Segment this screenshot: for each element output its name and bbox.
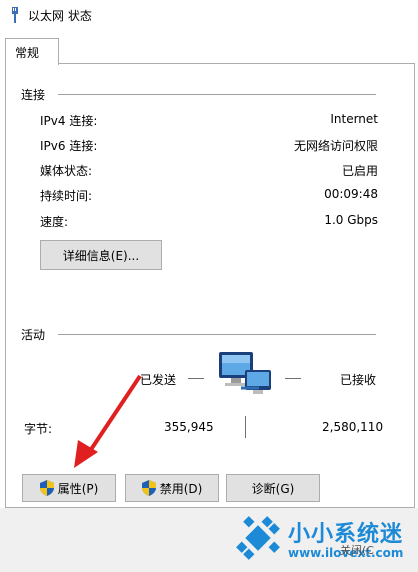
connection-section-label: 连接 [21,88,46,102]
duration-label: 持续时间: [40,189,93,203]
tab-general-label: 常规 [15,46,40,60]
details-button[interactable]: 详细信息(E)... [40,240,162,270]
activity-divider [58,334,376,335]
network-cable-icon [12,7,18,23]
details-button-label: 详细信息(E)... [62,248,140,263]
duration-value: 00:09:48 [324,187,378,201]
ipv4-label: IPv4 连接: [40,114,98,128]
received-label: 已接收 [340,373,377,387]
title-bar: 以太网 状态 [0,0,418,30]
connection-divider [58,94,376,95]
ipv6-label: IPv6 连接: [40,139,98,153]
speed-label: 速度: [40,215,69,229]
sent-dash [188,378,204,379]
network-computers-icon [219,352,271,394]
speed-value: 1.0 Gbps [324,213,378,227]
uac-shield-icon [141,480,156,496]
media-state-label: 媒体状态: [40,164,93,178]
bytes-sent-value: 355,945 [164,420,214,434]
close-button-partial[interactable]: 关闭(C [340,542,374,558]
bytes-separator [245,416,246,438]
media-state-value: 已启用 [341,164,378,178]
uac-shield-icon [39,480,54,496]
disable-button[interactable]: 禁用(D) [125,474,219,502]
properties-button[interactable]: 属性(P) [22,474,116,502]
bytes-label: 字节: [24,422,53,436]
activity-section-label: 活动 [21,328,46,342]
ipv6-value: 无网络访问权限 [293,139,378,153]
diagnose-button[interactable]: 诊断(G) [226,474,320,502]
received-dash [285,378,301,379]
site-logo-icon [236,516,280,560]
tab-general[interactable]: 常规 [5,38,59,65]
ipv4-value: Internet [330,112,378,126]
disable-button-label: 禁用(D) [159,481,203,496]
diagnose-button-label: 诊断(G) [251,481,295,496]
red-arrow-annotation [74,374,142,468]
properties-button-label: 属性(P) [57,481,99,496]
window-title: 以太网 状态 [28,9,92,23]
bytes-received-value: 2,580,110 [322,420,384,434]
